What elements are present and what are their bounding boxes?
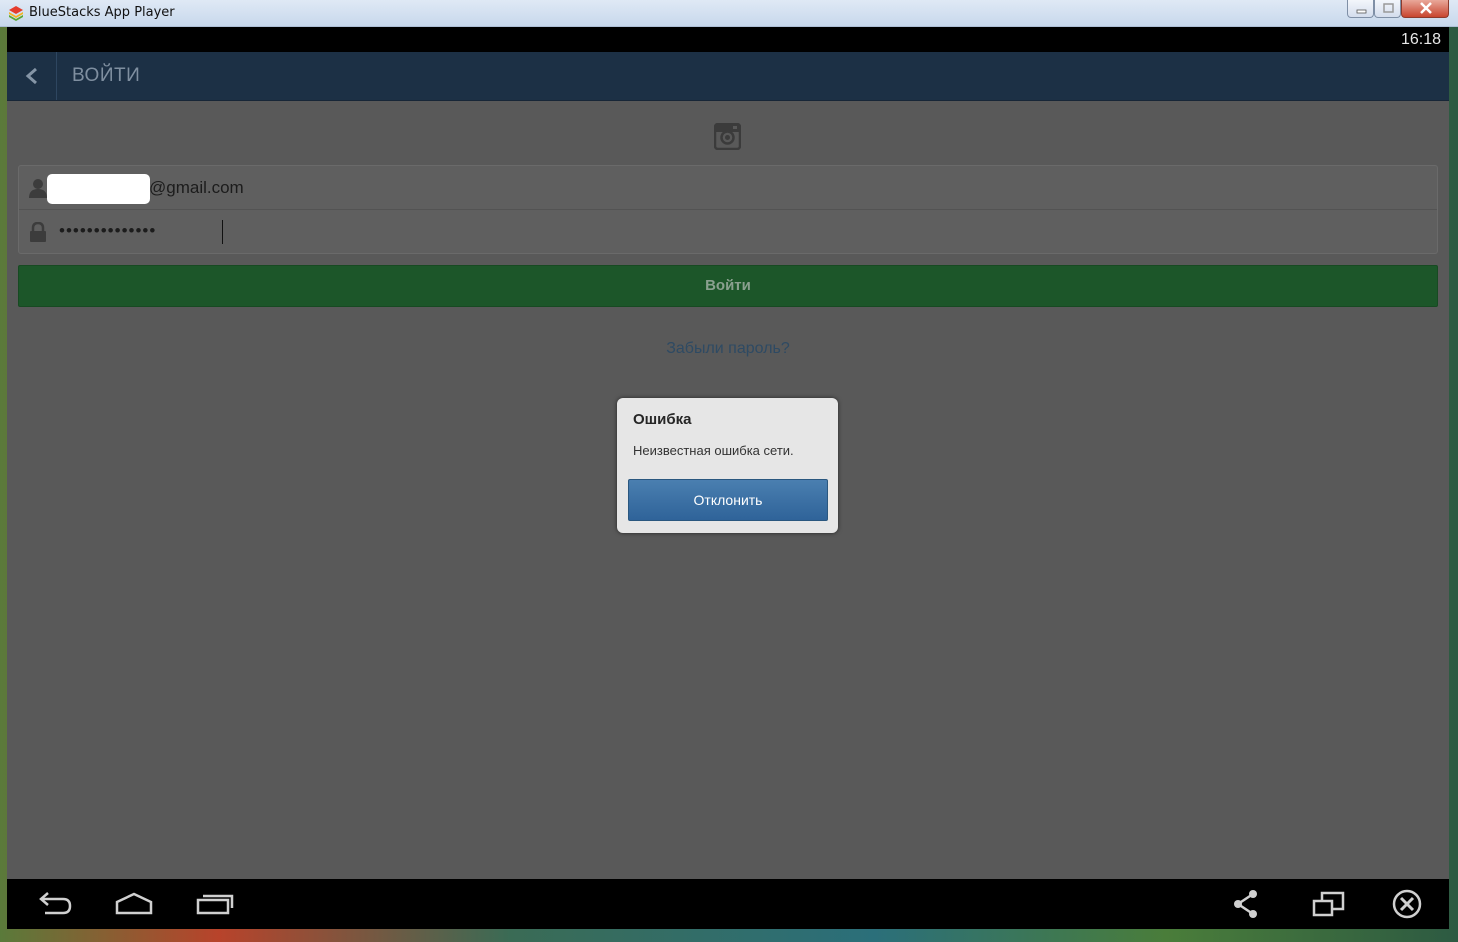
camera-icon [714, 123, 741, 150]
page-title: ВОЙТИ [72, 65, 141, 86]
status-bar: 16:18 [7, 27, 1449, 52]
close-app-icon[interactable] [1391, 889, 1423, 919]
recent-apps-icon[interactable] [195, 889, 235, 919]
minimize-icon [1356, 9, 1367, 14]
chevron-left-icon [25, 67, 37, 85]
back-button[interactable] [7, 52, 57, 100]
email-field[interactable]: @gmail.com [19, 166, 1437, 210]
minimize-button[interactable] [1347, 0, 1374, 18]
text-caret [222, 220, 223, 244]
back-arrow-icon[interactable] [35, 889, 75, 919]
navigation-bar [7, 879, 1449, 929]
dismiss-button[interactable]: Отклонить [628, 479, 828, 521]
close-window-button[interactable] [1401, 0, 1449, 18]
dialog-title: Ошибка [633, 411, 692, 428]
forgot-password-link[interactable]: Забыли пароль? [7, 340, 1449, 358]
dialog-message: Неизвестная ошибка сети. [633, 443, 794, 458]
window-titlebar: BlueStacks App Player [0, 0, 1458, 27]
window-title: BlueStacks App Player [29, 5, 175, 20]
action-bar: ВОЙТИ [7, 52, 1449, 101]
password-field-value: •••••••••••••• [59, 221, 157, 240]
android-screen: 16:18 ВОЙТИ @gmail.com •••••••••••••• Во… [7, 27, 1449, 929]
error-dialog: Ошибка Неизвестная ошибка сети. Отклонит… [617, 398, 838, 533]
email-field-value: @gmail.com [149, 178, 244, 197]
maximize-icon [1383, 3, 1394, 13]
maximize-button[interactable] [1374, 0, 1401, 18]
login-button[interactable]: Войти [18, 265, 1438, 307]
password-field[interactable]: •••••••••••••• [19, 210, 1437, 254]
share-icon[interactable] [1231, 889, 1261, 919]
status-clock: 16:18 [1400, 31, 1441, 48]
user-icon [29, 179, 47, 198]
login-fields: @gmail.com •••••••••••••• [18, 165, 1438, 254]
lock-icon [30, 222, 46, 242]
bluestacks-logo-icon [9, 6, 23, 21]
redacted-email-username [47, 174, 150, 204]
close-icon [1420, 2, 1432, 14]
home-icon[interactable] [114, 889, 154, 919]
rotate-screen-icon[interactable] [1311, 889, 1347, 919]
